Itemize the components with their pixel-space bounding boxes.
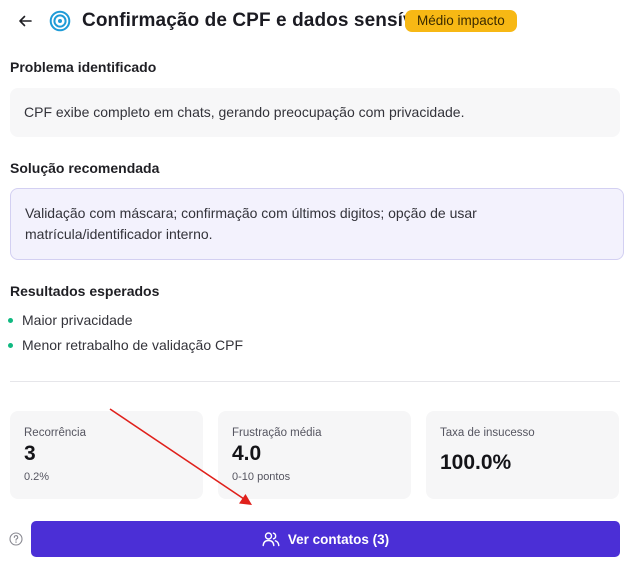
metric-label: Frustração média — [232, 427, 322, 439]
view-contacts-label: Ver contatos (3) — [287, 531, 390, 547]
metric-card-failure-rate: Taxa de insucesso 100.0% — [426, 411, 619, 499]
problem-text: CPF exibe completo em chats, gerando pre… — [24, 104, 465, 120]
metric-sub: 0-10 pontos — [232, 471, 291, 483]
divider — [10, 381, 620, 382]
impact-badge: Médio impacto — [405, 10, 517, 32]
help-circle-icon[interactable] — [9, 532, 23, 546]
back-button[interactable] — [14, 10, 36, 32]
result-item: Menor retrabalho de validação CPF — [8, 335, 243, 355]
users-icon — [262, 532, 280, 547]
problem-box: CPF exibe completo em chats, gerando pre… — [10, 88, 620, 137]
result-item-label: Menor retrabalho de validação CPF — [22, 337, 244, 353]
metric-card-recurrence: Recorrência 3 0.2% — [10, 411, 203, 499]
result-item: Maior privacidade — [8, 310, 133, 330]
solution-box: Validação com máscara; confirmação com ú… — [10, 188, 624, 260]
solution-heading: Solução recomendada — [10, 160, 160, 176]
metric-value: 100.0% — [440, 451, 512, 474]
problem-heading: Problema identificado — [10, 59, 157, 75]
solution-text: Validação com máscara; confirmação com ú… — [25, 205, 477, 242]
results-heading: Resultados esperados — [10, 283, 160, 299]
page-title: Confirmação de CPF e dados sensíveis — [82, 10, 441, 31]
arrow-left-icon — [19, 15, 32, 27]
metric-label: Recorrência — [24, 427, 86, 439]
metric-sub: 0.2% — [24, 471, 50, 483]
bullet-dot — [8, 317, 13, 323]
metric-label: Taxa de insucesso — [440, 427, 535, 439]
metric-card-frustration: Frustração média 4.0 0-10 pontos — [218, 411, 411, 499]
page-header: Confirmação de CPF e dados sensíveis Méd… — [0, 0, 634, 44]
result-item-label: Maior privacidade — [22, 312, 133, 328]
target-icon — [49, 10, 71, 32]
bullet-dot — [8, 342, 13, 348]
view-contacts-button[interactable]: Ver contatos (3) — [31, 521, 620, 557]
metric-value: 4.0 — [232, 442, 262, 465]
metric-value: 3 — [24, 442, 36, 465]
